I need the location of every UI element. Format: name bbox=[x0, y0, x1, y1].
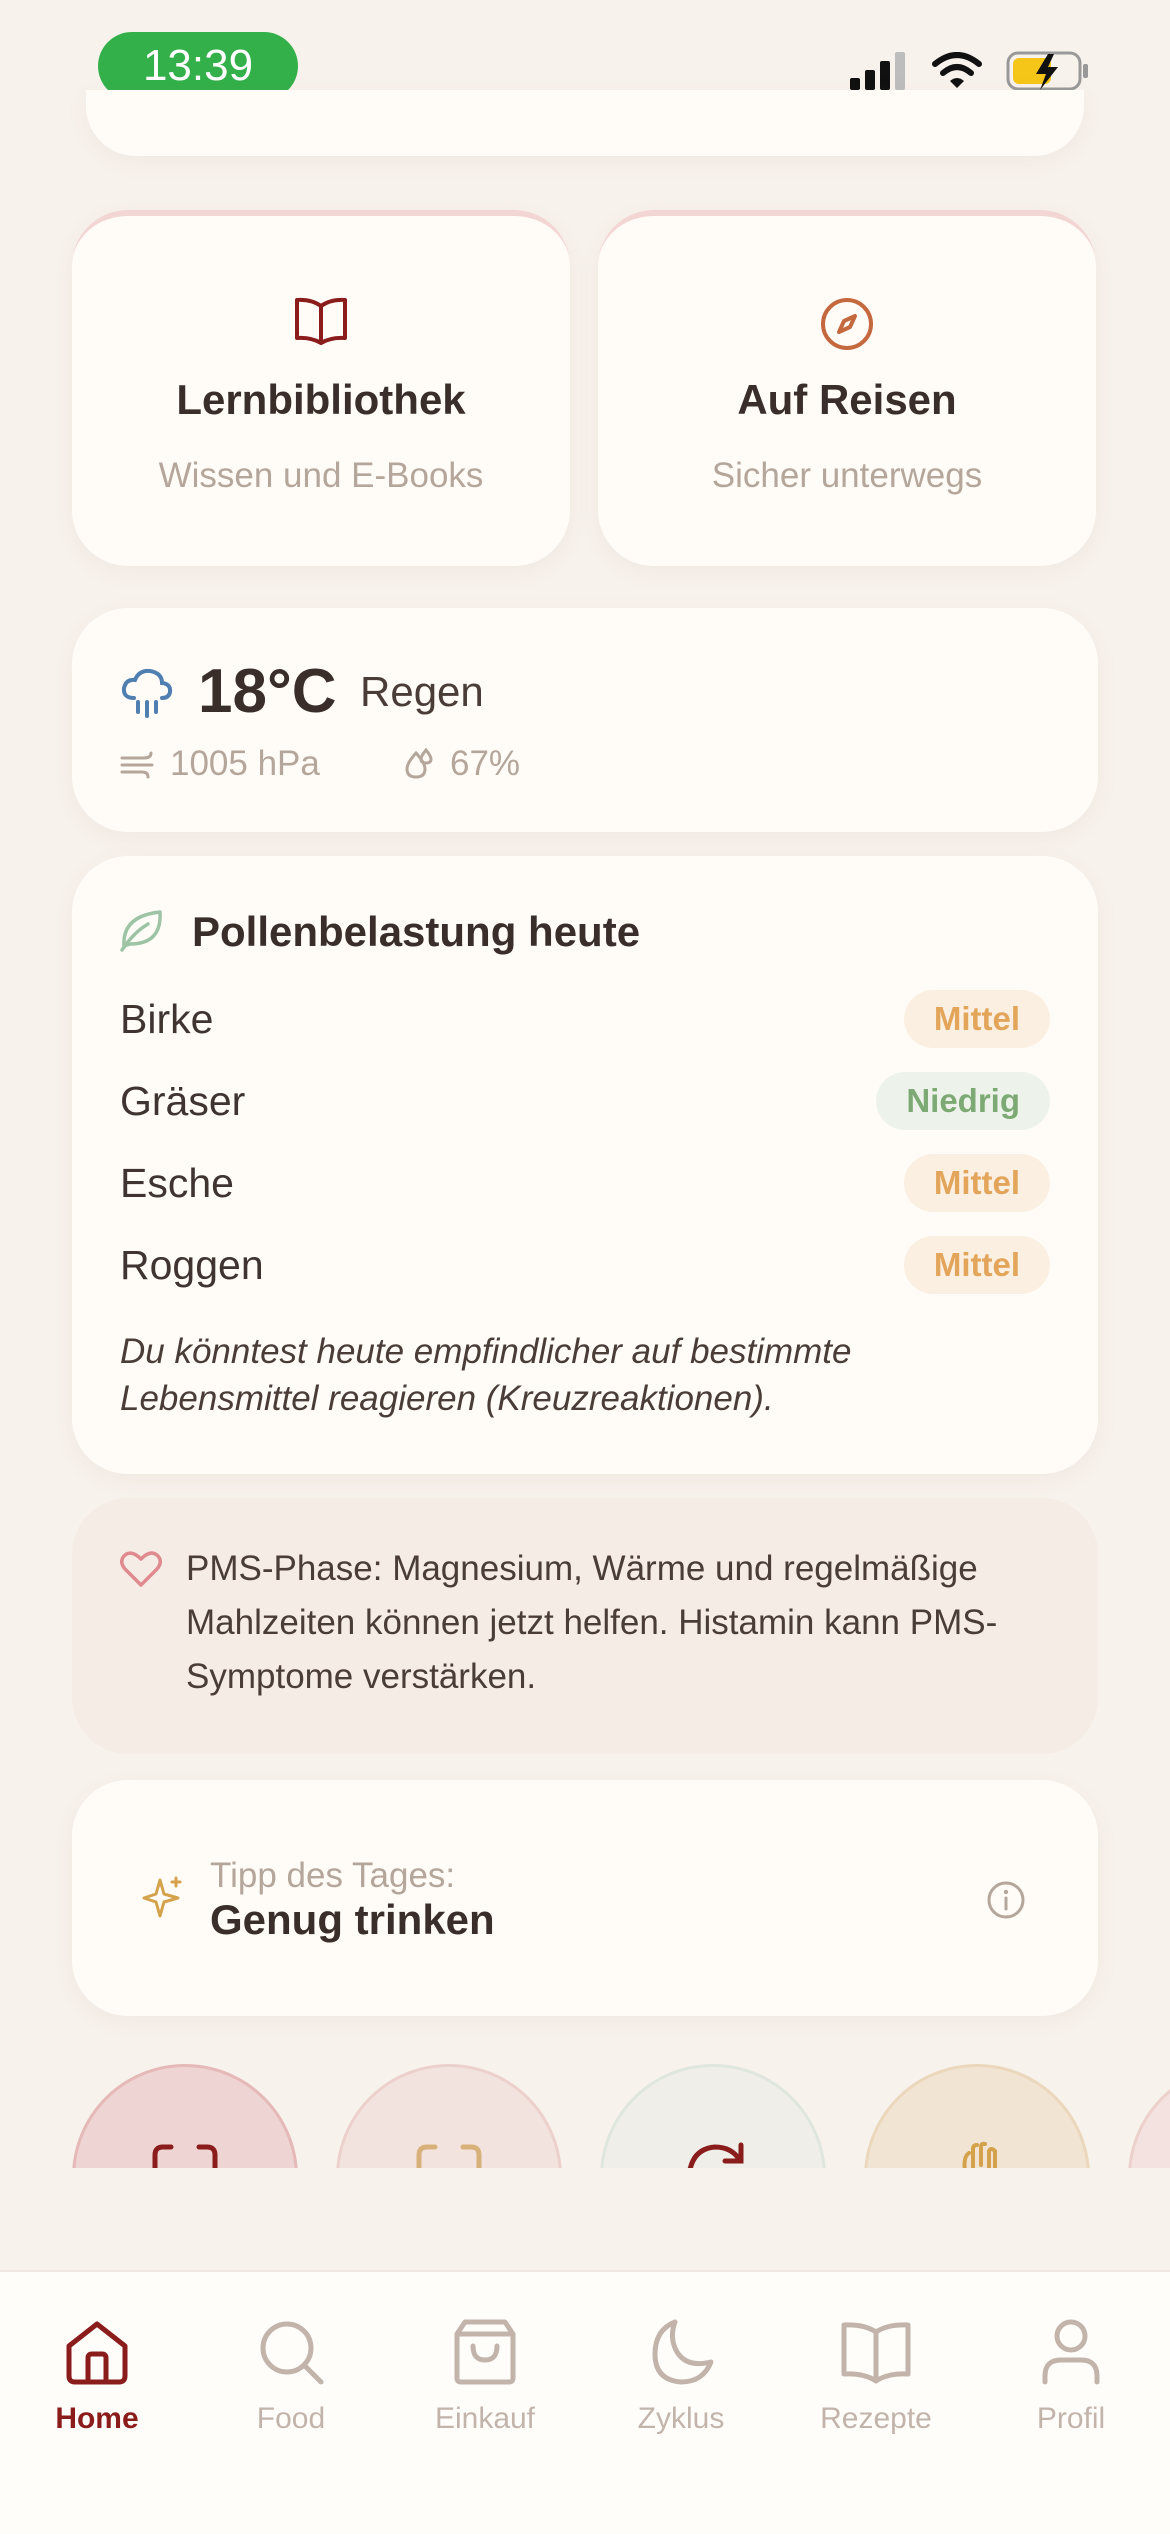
tab-label: Rezepte bbox=[820, 2402, 932, 2435]
quick-action-scan-circle[interactable] bbox=[72, 2064, 298, 2168]
moon-icon bbox=[606, 2312, 756, 2392]
tile-title: Lernbibliothek bbox=[176, 376, 466, 423]
pollen-name: Birke bbox=[120, 995, 214, 1042]
pressure-readout: 1005 hPa bbox=[120, 744, 320, 784]
quick-action-refresh-circle[interactable] bbox=[600, 2064, 826, 2168]
tab-home[interactable]: Home bbox=[22, 2312, 172, 2436]
scan-icon bbox=[152, 2144, 218, 2168]
weather-condition: Regen bbox=[360, 668, 484, 715]
humidity-readout: 67% bbox=[402, 744, 520, 784]
battery-charging-icon bbox=[1006, 51, 1088, 91]
tab-profil[interactable]: Profil bbox=[996, 2312, 1146, 2436]
quick-action-hand-circle[interactable] bbox=[864, 2064, 1090, 2168]
sparkle-icon bbox=[142, 1876, 184, 1925]
pollen-name: Esche bbox=[120, 1159, 234, 1206]
pollen-row-birke: Birke Mittel bbox=[120, 984, 1050, 1054]
droplets-icon bbox=[405, 747, 433, 779]
pollen-row-graeser: Gräser Niedrig bbox=[120, 1066, 1050, 1136]
temperature-value: 18°C bbox=[198, 657, 337, 726]
pollen-title: Pollenbelastung heute bbox=[192, 908, 641, 955]
leaf-icon bbox=[118, 906, 166, 957]
tab-label: Profil bbox=[1036, 2402, 1106, 2435]
humidity-value: 67% bbox=[450, 744, 521, 783]
hand-icon bbox=[962, 2141, 997, 2168]
tile-title: Auf Reisen bbox=[737, 376, 957, 423]
tab-einkauf[interactable]: Einkauf bbox=[410, 2312, 560, 2436]
pms-text: PMS-Phase: Magnesium, Wärme und regelmäß… bbox=[186, 1549, 998, 1696]
tab-label: Einkauf bbox=[434, 2402, 536, 2435]
quick-action-circle[interactable] bbox=[1128, 2064, 1170, 2168]
wind-icon bbox=[120, 751, 154, 779]
pollen-card[interactable]: Pollenbelastung heute Birke Mittel Gräse… bbox=[72, 856, 1098, 1474]
status-icons bbox=[850, 50, 1090, 92]
cross-reaction-note: Du könntest heute empfindlicher auf best… bbox=[120, 1332, 852, 1418]
pollen-level-badge: Mittel bbox=[903, 1236, 1050, 1294]
tab-label: Home bbox=[55, 2402, 139, 2435]
weather-card[interactable]: 18°C Regen 1005 hPa 67% bbox=[72, 608, 1098, 832]
tile-lernbibliothek[interactable]: Lernbibliothek Wissen und E-Books bbox=[72, 210, 570, 566]
user-icon bbox=[996, 2312, 1146, 2392]
pollen-level-badge: Mittel bbox=[903, 1154, 1050, 1212]
book-icon bbox=[801, 2312, 951, 2392]
search-icon bbox=[216, 2312, 366, 2392]
tip-of-day-card[interactable]: Tipp des Tages: Genug trinken bbox=[72, 1780, 1098, 2016]
pollen-level-badge: Niedrig bbox=[876, 1072, 1050, 1130]
quick-action-scan-circle[interactable] bbox=[336, 2064, 562, 2168]
tab-label: Food bbox=[256, 2402, 326, 2435]
tab-label: Zyklus bbox=[637, 2402, 725, 2435]
info-icon[interactable] bbox=[986, 1880, 1026, 1925]
tab-zyklus[interactable]: Zyklus bbox=[606, 2312, 756, 2436]
pollen-name: Gräser bbox=[120, 1077, 246, 1124]
pressure-value: 1005 hPa bbox=[170, 744, 320, 783]
tile-subtitle: Sicher unterwegs bbox=[711, 456, 983, 495]
refresh-icon bbox=[687, 2142, 744, 2168]
tip-label: Tipp des Tages: bbox=[210, 1856, 456, 1895]
tip-value: Genug trinken bbox=[210, 1896, 495, 1943]
home-icon bbox=[22, 2312, 172, 2392]
rain-cloud-icon bbox=[120, 668, 174, 723]
heart-icon bbox=[120, 1550, 162, 1593]
scan-icon bbox=[416, 2144, 482, 2168]
bottom-tab-bar: Home Food Einkauf Zyklus Rezepte Profil bbox=[0, 2270, 1170, 2534]
pollen-row-roggen: Roggen Mittel bbox=[120, 1230, 1050, 1300]
pollen-level-badge: Mittel bbox=[903, 990, 1050, 1048]
tab-rezepte[interactable]: Rezepte bbox=[801, 2312, 951, 2436]
signal-icon bbox=[850, 52, 905, 90]
pollen-row-esche: Esche Mittel bbox=[120, 1148, 1050, 1218]
pms-info-card: PMS-Phase: Magnesium, Wärme und regelmäß… bbox=[72, 1498, 1098, 1754]
compass-icon bbox=[819, 296, 875, 357]
pollen-name: Roggen bbox=[120, 1241, 264, 1288]
book-icon bbox=[293, 296, 349, 351]
shopping-bag-icon bbox=[410, 2312, 560, 2392]
tile-subtitle: Wissen und E-Books bbox=[158, 456, 484, 495]
wifi-icon bbox=[932, 52, 982, 88]
quick-actions-row bbox=[0, 2064, 1170, 2168]
scrolled-card-remnant bbox=[86, 90, 1084, 156]
tab-food[interactable]: Food bbox=[216, 2312, 366, 2436]
tile-auf-reisen[interactable]: Auf Reisen Sicher unterwegs bbox=[598, 210, 1096, 566]
